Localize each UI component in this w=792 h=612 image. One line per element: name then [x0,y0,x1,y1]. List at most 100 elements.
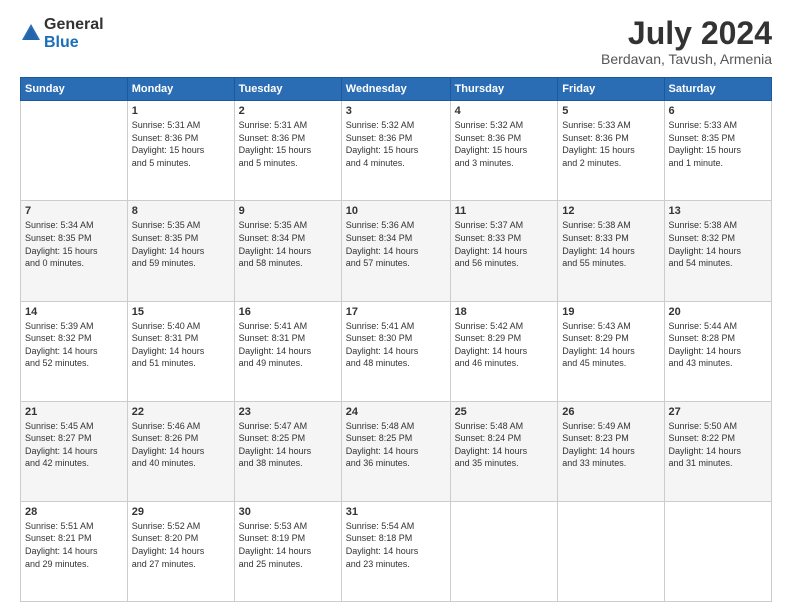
calendar-cell: 23 Sunrise: 5:47 AMSunset: 8:25 PMDayligh… [234,401,341,501]
day-number: 20 [669,306,767,318]
day-number: 5 [562,105,659,117]
day-number: 17 [346,306,446,318]
day-info: Sunrise: 5:40 AMSunset: 8:31 PMDaylight:… [132,320,230,370]
calendar-cell: 1 Sunrise: 5:31 AMSunset: 8:36 PMDaylight… [127,101,234,201]
calendar-cell: 31Sunrise: 5:54 AMSunset: 8:18 PMDayligh… [341,501,450,601]
day-info: Sunrise: 5:39 AMSunset: 8:32 PMDaylight:… [25,320,123,370]
calendar-week-0: 1 Sunrise: 5:31 AMSunset: 8:36 PMDaylight… [21,101,772,201]
calendar-cell: 28 Sunrise: 5:51 AMSunset: 8:21 PMDayligh… [21,501,128,601]
calendar-week-4: 28 Sunrise: 5:51 AMSunset: 8:21 PMDayligh… [21,501,772,601]
logo-blue-text: Blue [44,34,104,52]
day-number: 16 [239,306,337,318]
calendar-cell: 5 Sunrise: 5:33 AMSunset: 8:36 PMDaylight… [558,101,664,201]
day-info: Sunrise: 5:43 AMSunset: 8:29 PMDaylight:… [562,320,659,370]
day-number: 26 [562,406,659,418]
day-number: 21 [25,406,123,418]
calendar-cell: 16 Sunrise: 5:41 AMSunset: 8:31 PMDayligh… [234,301,341,401]
calendar-cell: 8Sunrise: 5:35 AMSunset: 8:35 PMDaylight… [127,201,234,301]
calendar-cell: 17Sunrise: 5:41 AMSunset: 8:30 PMDayligh… [341,301,450,401]
day-info: Sunrise: 5:38 AMSunset: 8:32 PMDaylight:… [669,219,767,269]
day-info: Sunrise: 5:50 AMSunset: 8:22 PMDaylight:… [669,420,767,470]
day-info: Sunrise: 5:35 AMSunset: 8:34 PMDaylight:… [239,219,337,269]
day-info: Sunrise: 5:36 AMSunset: 8:34 PMDaylight:… [346,219,446,269]
calendar-cell: 15 Sunrise: 5:40 AMSunset: 8:31 PMDayligh… [127,301,234,401]
header-cell-thursday: Thursday [450,78,558,101]
day-info: Sunrise: 5:46 AMSunset: 8:26 PMDaylight:… [132,420,230,470]
day-number: 9 [239,205,337,217]
calendar-cell: 21Sunrise: 5:45 AMSunset: 8:27 PMDayligh… [21,401,128,501]
header-cell-tuesday: Tuesday [234,78,341,101]
day-info: Sunrise: 5:53 AMSunset: 8:19 PMDaylight:… [239,520,337,570]
day-info: Sunrise: 5:32 AMSunset: 8:36 PMDaylight:… [346,119,446,169]
header-cell-saturday: Saturday [664,78,771,101]
day-number: 30 [239,506,337,518]
calendar-cell: 13 Sunrise: 5:38 AMSunset: 8:32 PMDayligh… [664,201,771,301]
logo-icon [20,22,42,44]
calendar-cell [450,501,558,601]
day-info: Sunrise: 5:38 AMSunset: 8:33 PMDaylight:… [562,219,659,269]
calendar-cell: 19 Sunrise: 5:43 AMSunset: 8:29 PMDayligh… [558,301,664,401]
day-number: 22 [132,406,230,418]
day-info: Sunrise: 5:52 AMSunset: 8:20 PMDaylight:… [132,520,230,570]
calendar-cell [558,501,664,601]
day-number: 10 [346,205,446,217]
calendar-cell [664,501,771,601]
day-info: Sunrise: 5:41 AMSunset: 8:31 PMDaylight:… [239,320,337,370]
calendar-body: 1 Sunrise: 5:31 AMSunset: 8:36 PMDaylight… [21,101,772,602]
day-number: 1 [132,105,230,117]
day-info: Sunrise: 5:42 AMSunset: 8:29 PMDaylight:… [455,320,554,370]
day-info: Sunrise: 5:49 AMSunset: 8:23 PMDaylight:… [562,420,659,470]
day-number: 13 [669,205,767,217]
calendar-cell: 29 Sunrise: 5:52 AMSunset: 8:20 PMDayligh… [127,501,234,601]
day-info: Sunrise: 5:32 AMSunset: 8:36 PMDaylight:… [455,119,554,169]
day-number: 28 [25,506,123,518]
header-cell-wednesday: Wednesday [341,78,450,101]
calendar-cell: 27 Sunrise: 5:50 AMSunset: 8:22 PMDayligh… [664,401,771,501]
calendar-cell: 14 Sunrise: 5:39 AMSunset: 8:32 PMDayligh… [21,301,128,401]
day-number: 29 [132,506,230,518]
day-number: 14 [25,306,123,318]
day-info: Sunrise: 5:33 AMSunset: 8:36 PMDaylight:… [562,119,659,169]
day-info: Sunrise: 5:37 AMSunset: 8:33 PMDaylight:… [455,219,554,269]
day-info: Sunrise: 5:35 AMSunset: 8:35 PMDaylight:… [132,219,230,269]
day-number: 27 [669,406,767,418]
header-cell-monday: Monday [127,78,234,101]
calendar-week-1: 7 Sunrise: 5:34 AMSunset: 8:35 PMDaylight… [21,201,772,301]
location: Berdavan, Tavush, Armenia [601,51,772,67]
day-info: Sunrise: 5:54 AMSunset: 8:18 PMDaylight:… [346,520,446,570]
day-number: 15 [132,306,230,318]
header-row: SundayMondayTuesdayWednesdayThursdayFrid… [21,78,772,101]
day-number: 18 [455,306,554,318]
day-number: 7 [25,205,123,217]
day-number: 24 [346,406,446,418]
day-number: 6 [669,105,767,117]
day-number: 4 [455,105,554,117]
calendar-cell: 26 Sunrise: 5:49 AMSunset: 8:23 PMDayligh… [558,401,664,501]
day-number: 19 [562,306,659,318]
day-info: Sunrise: 5:47 AMSunset: 8:25 PMDaylight:… [239,420,337,470]
day-number: 3 [346,105,446,117]
logo-text: General Blue [44,16,104,51]
day-info: Sunrise: 5:34 AMSunset: 8:35 PMDaylight:… [25,219,123,269]
day-number: 2 [239,105,337,117]
calendar-cell [21,101,128,201]
day-number: 11 [455,205,554,217]
day-number: 23 [239,406,337,418]
calendar-cell: 25Sunrise: 5:48 AMSunset: 8:24 PMDayligh… [450,401,558,501]
calendar-cell: 18 Sunrise: 5:42 AMSunset: 8:29 PMDayligh… [450,301,558,401]
calendar-cell: 12 Sunrise: 5:38 AMSunset: 8:33 PMDayligh… [558,201,664,301]
page: General Blue July 2024 Berdavan, Tavush,… [0,0,792,612]
calendar-cell: 3 Sunrise: 5:32 AMSunset: 8:36 PMDaylight… [341,101,450,201]
calendar-cell: 11 Sunrise: 5:37 AMSunset: 8:33 PMDayligh… [450,201,558,301]
calendar-cell: 7 Sunrise: 5:34 AMSunset: 8:35 PMDaylight… [21,201,128,301]
month-title: July 2024 [601,16,772,51]
logo: General Blue [20,16,104,51]
day-info: Sunrise: 5:31 AMSunset: 8:36 PMDaylight:… [239,119,337,169]
day-info: Sunrise: 5:51 AMSunset: 8:21 PMDaylight:… [25,520,123,570]
day-info: Sunrise: 5:31 AMSunset: 8:36 PMDaylight:… [132,119,230,169]
header: General Blue July 2024 Berdavan, Tavush,… [20,16,772,67]
day-info: Sunrise: 5:48 AMSunset: 8:25 PMDaylight:… [346,420,446,470]
calendar-cell: 10 Sunrise: 5:36 AMSunset: 8:34 PMDayligh… [341,201,450,301]
day-number: 25 [455,406,554,418]
day-number: 12 [562,205,659,217]
